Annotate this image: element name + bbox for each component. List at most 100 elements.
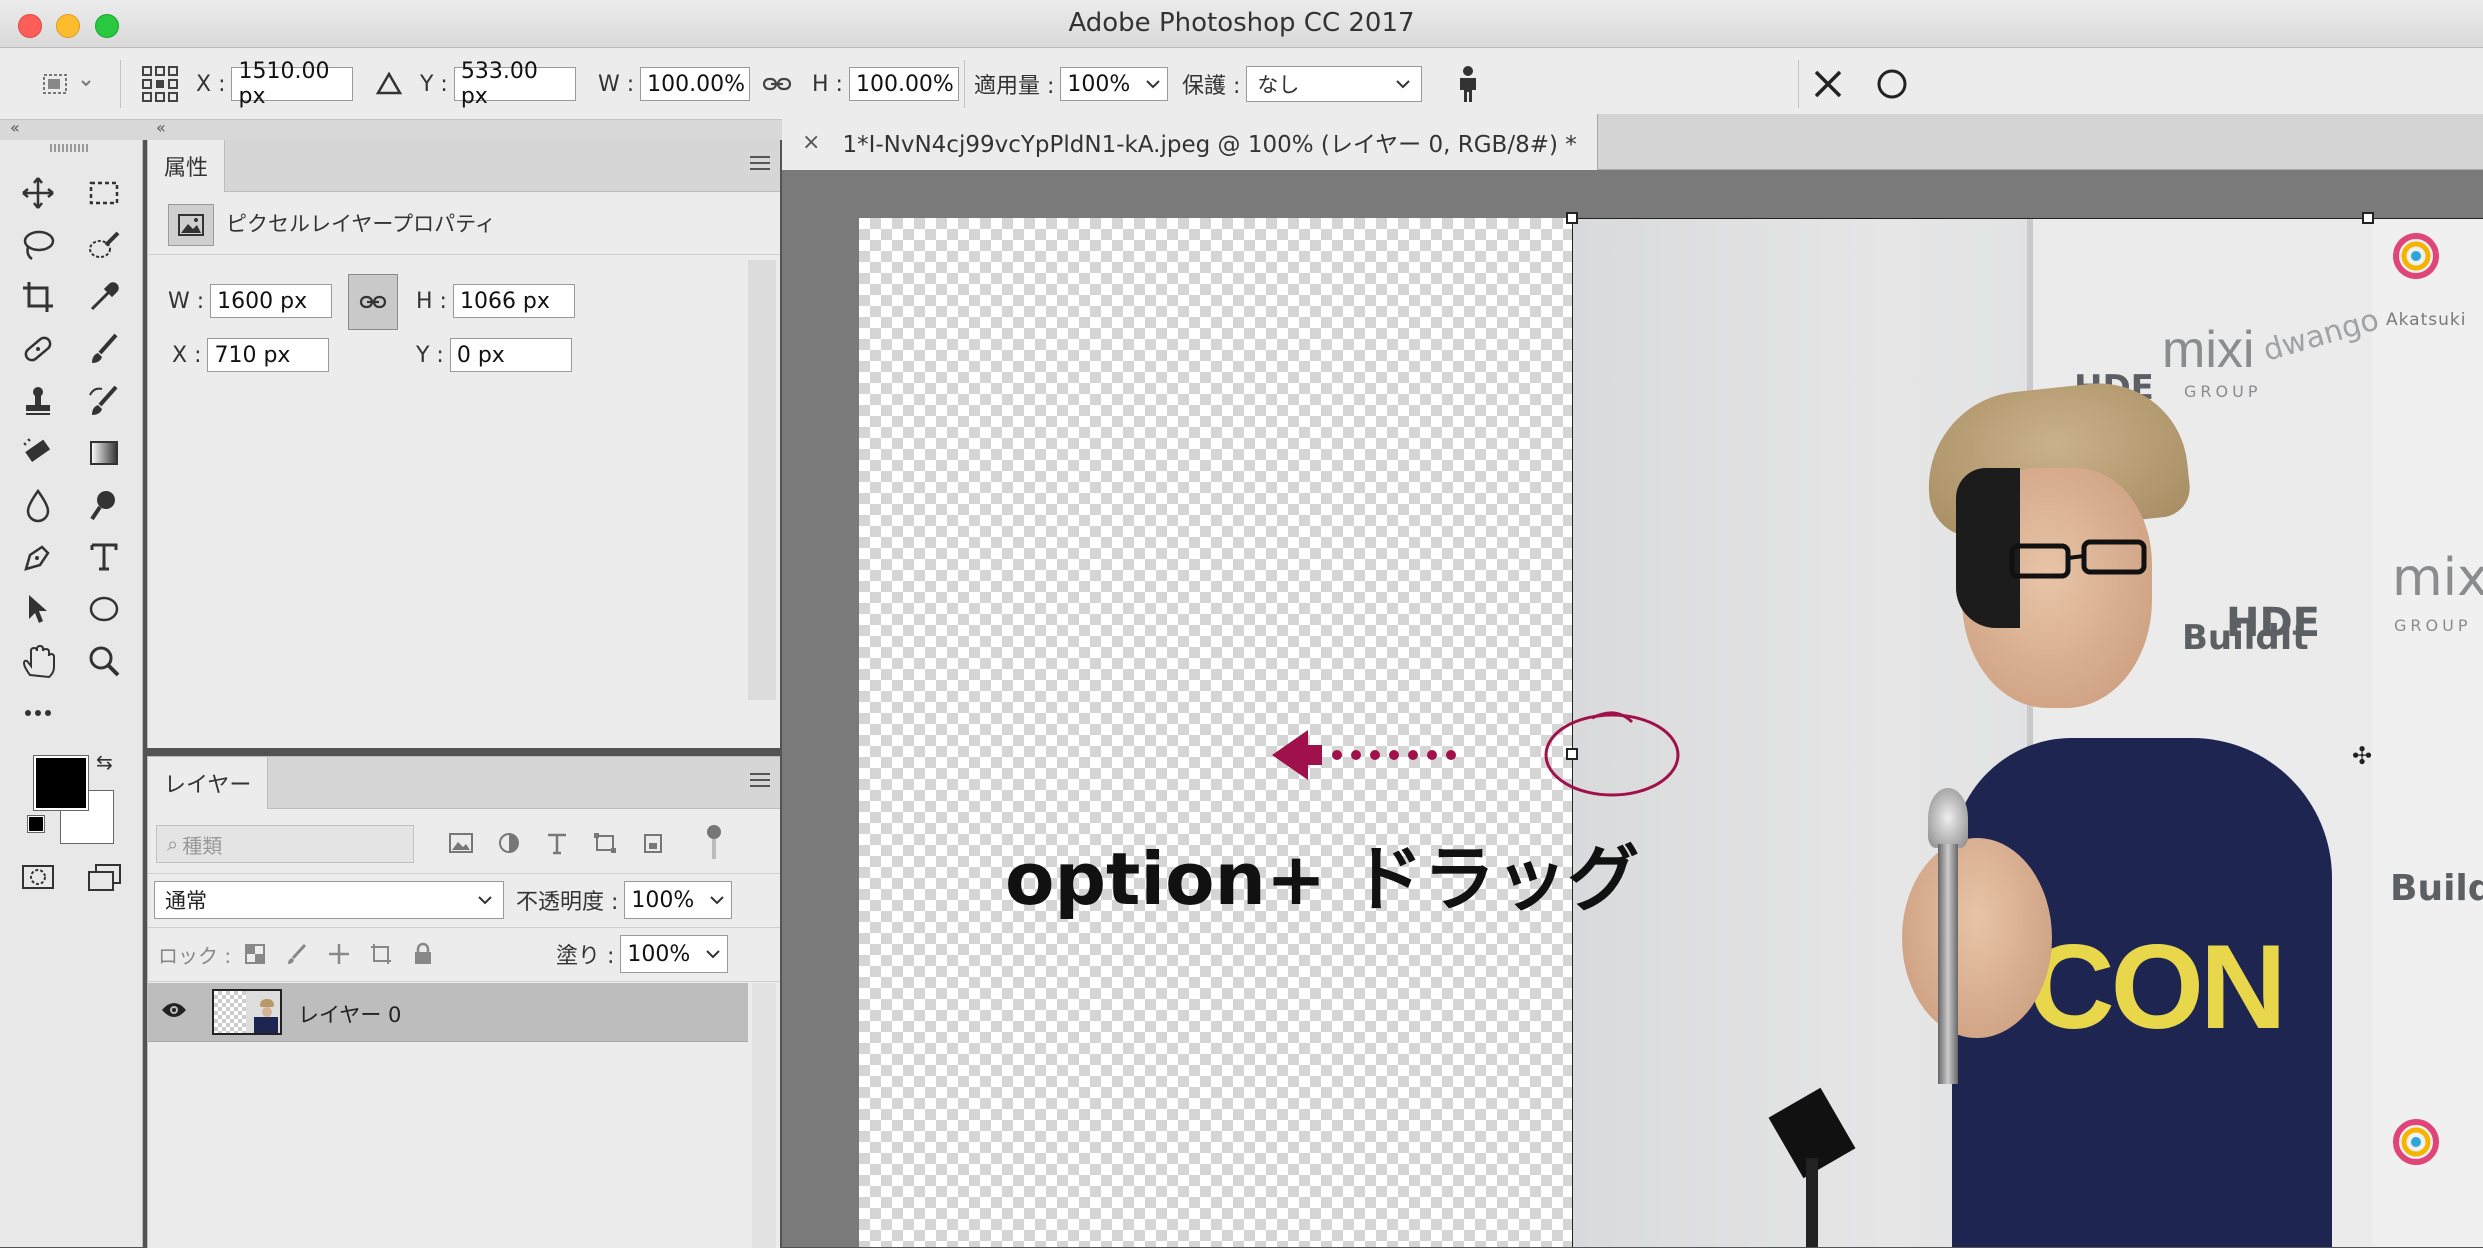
layer-name[interactable]: レイヤー 0 — [298, 999, 401, 1029]
chevron-down-icon — [706, 950, 721, 959]
h-label: H : — [416, 288, 447, 314]
amount-value: 100% — [1067, 71, 1131, 97]
x-label: X : — [196, 71, 226, 97]
h-label: H : — [812, 71, 843, 97]
properties-scrollbar[interactable] — [748, 260, 776, 700]
blend-mode-dropdown[interactable]: 通常 — [154, 881, 504, 919]
swap-colors-icon[interactable]: ⇆ — [96, 750, 113, 774]
toolbar-grip[interactable] — [50, 144, 90, 152]
lock-image-icon[interactable] — [285, 942, 309, 966]
x-position-field[interactable]: 1510.00 px — [231, 59, 354, 109]
lock-artboard-icon[interactable] — [369, 942, 393, 966]
collapse-panels-icon[interactable]: « — [156, 118, 166, 137]
link-icon[interactable] — [762, 48, 792, 120]
filter-kind-value: 種類 — [182, 833, 223, 858]
chevron-down-icon — [710, 896, 725, 905]
filter-adjustment-icon[interactable] — [496, 831, 522, 855]
filter-type-icon[interactable] — [544, 831, 570, 855]
buildit-logo-text-2: BuildIt — [2390, 868, 2483, 909]
canvas-area[interactable]: Akatsuki mixi GROUP dwango HDE HDE mixi … — [782, 170, 2483, 1247]
cancel-transform-icon[interactable] — [1810, 48, 1846, 120]
filter-shape-icon[interactable] — [592, 831, 618, 855]
w-label: W : — [598, 71, 635, 97]
w-label: W : — [168, 288, 205, 314]
close-tab-icon[interactable]: × — [802, 130, 820, 155]
more-icon[interactable] — [12, 690, 64, 736]
lock-transparent-icon[interactable] — [243, 942, 267, 966]
reference-point-crosshair-icon[interactable]: ✣ — [2352, 742, 2372, 770]
screen-mode-icon[interactable] — [86, 862, 122, 896]
lock-position-icon[interactable] — [327, 942, 351, 966]
gradient-icon[interactable] — [78, 430, 130, 476]
layer-x-field[interactable]: 710 px — [207, 338, 330, 372]
blend-mode-value: 通常 — [165, 889, 207, 913]
amount-field[interactable]: 100% — [1060, 67, 1169, 101]
width-scale-field[interactable]: 100.00% — [640, 67, 751, 101]
filter-smart-object-icon[interactable] — [640, 831, 666, 855]
reference-point-icon[interactable] — [140, 48, 180, 120]
type-icon[interactable] — [78, 534, 130, 580]
layer-filter-dropdown[interactable]: ⌕ 種類 — [156, 825, 414, 863]
y-position-field[interactable]: 533.00 px — [453, 59, 576, 109]
foreground-color-swatch[interactable] — [33, 755, 89, 811]
filter-toggle-switch[interactable] — [704, 825, 724, 865]
options-bar: X : 1510.00 px Y : 533.00 px W : 100.00%… — [0, 48, 2483, 120]
path-select-icon[interactable] — [12, 586, 64, 632]
layers-tab[interactable]: レイヤー — [148, 757, 269, 809]
visibility-eye-icon[interactable] — [160, 999, 188, 1025]
akatsuki-text-label: Akatsuki — [2386, 310, 2467, 330]
filter-pixel-icon[interactable] — [448, 831, 474, 855]
default-colors-icon[interactable] — [27, 815, 45, 833]
eraser-icon[interactable] — [12, 430, 64, 476]
crop-icon[interactable] — [12, 274, 64, 320]
hand-icon[interactable] — [12, 638, 64, 684]
opacity-field[interactable]: 100% — [624, 881, 733, 919]
height-scale-field[interactable]: 100.00% — [848, 67, 959, 101]
marquee-icon[interactable] — [78, 170, 130, 216]
commit-transform-icon[interactable] — [1874, 48, 1910, 120]
t-shirt-print: CON — [2028, 920, 2287, 1054]
move-icon[interactable] — [12, 170, 64, 216]
tool-preset-picker[interactable] — [36, 48, 96, 120]
collapse-toolbar-icon[interactable]: « — [10, 118, 20, 137]
ellipse-icon[interactable] — [78, 586, 130, 632]
brush-icon[interactable] — [78, 326, 130, 372]
layer-y-field[interactable]: 0 px — [449, 338, 572, 372]
transform-handle-top-middle[interactable] — [2362, 212, 2374, 224]
layer-height-field[interactable]: 1066 px — [452, 284, 575, 318]
protect-label: 保護 : — [1182, 74, 1241, 99]
quick-mask-icon[interactable] — [20, 862, 56, 896]
layers-panel: レイヤー ⌕ 種類 通常 不透明度 : 100% ロック : 塗り: 100%… — [147, 756, 780, 1248]
document-tab[interactable]: × 1*I-NvN4cj99vcYpPldN1-kA.jpeg @ 100% (… — [782, 114, 1598, 170]
eyedropper-icon[interactable] — [78, 274, 130, 320]
properties-tab[interactable]: 属性 — [148, 140, 226, 192]
stamp-icon[interactable] — [12, 378, 64, 424]
buildit-logo-text: BuildIt — [2182, 618, 2309, 658]
dodge-icon[interactable] — [78, 482, 130, 528]
panel-menu-icon[interactable] — [750, 156, 770, 174]
protect-dropdown[interactable]: なし — [1246, 66, 1423, 102]
layers-scrollbar[interactable] — [752, 983, 776, 1248]
layer-row[interactable]: レイヤー 0 — [148, 983, 748, 1042]
title-bar: Adobe Photoshop CC 2017 — [0, 0, 2483, 48]
document-tab-title: 1*I-NvN4cj99vcYpPldN1-kA.jpeg @ 100% (レイ… — [842, 132, 1577, 158]
lasso-icon[interactable] — [12, 222, 64, 268]
layer-width-field[interactable]: 1600 px — [210, 284, 333, 318]
zoom-icon[interactable] — [78, 638, 130, 684]
healing-icon[interactable] — [12, 326, 64, 372]
link-dimensions-button[interactable] — [348, 274, 398, 330]
lock-all-icon[interactable] — [411, 942, 435, 966]
history-brush-icon[interactable] — [78, 378, 130, 424]
relative-position-icon[interactable] — [374, 48, 404, 120]
x-label: X : — [172, 342, 202, 368]
pen-icon[interactable] — [12, 534, 64, 580]
transform-handle-top-left[interactable] — [1566, 212, 1578, 224]
quick-select-icon[interactable] — [78, 222, 130, 268]
panel-menu-icon[interactable] — [750, 773, 770, 791]
fill-field[interactable]: 100% — [620, 935, 729, 973]
blur-icon[interactable] — [12, 482, 64, 528]
protect-value: なし — [1257, 73, 1300, 97]
amount-label: 適用量 : — [974, 74, 1055, 99]
layer-photo[interactable]: Akatsuki mixi GROUP dwango HDE HDE mixi … — [1572, 218, 2483, 1247]
protect-skin-tones-icon[interactable] — [1454, 48, 1482, 120]
